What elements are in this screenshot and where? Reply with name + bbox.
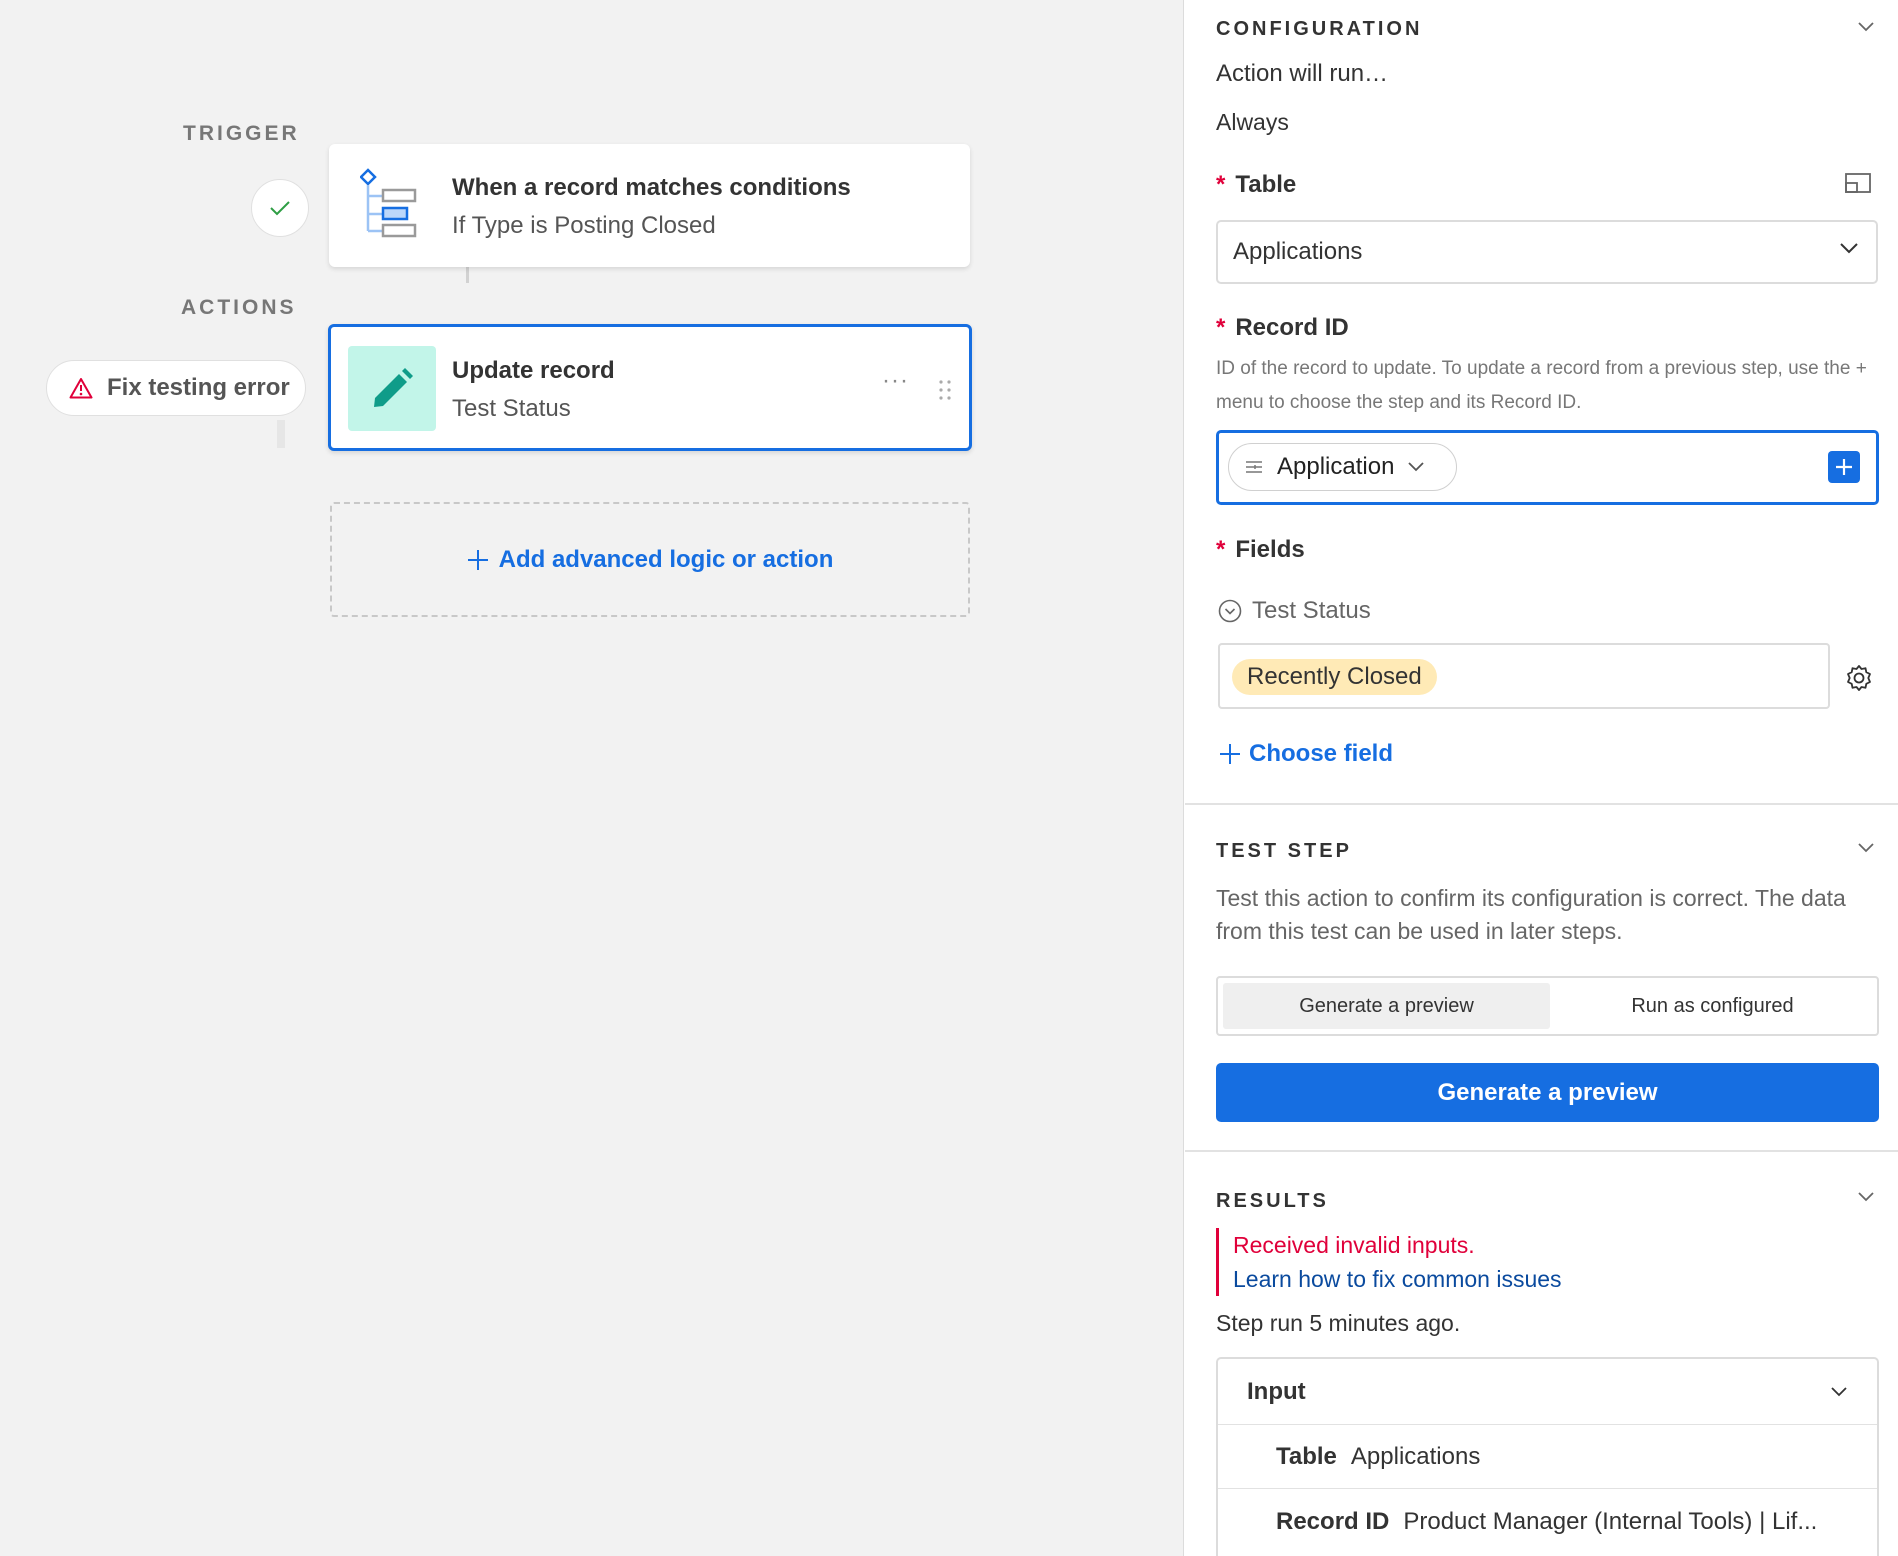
run-condition-label: Action will run… bbox=[1216, 60, 1389, 87]
fix-testing-error-button[interactable]: Fix testing error bbox=[46, 360, 306, 416]
input-row-value: Product Manager (Internal Tools) | Lif..… bbox=[1403, 1508, 1818, 1535]
chevron-down-icon[interactable] bbox=[1858, 1192, 1874, 1202]
input-row-key: Record ID bbox=[1276, 1508, 1390, 1535]
action-subtitle: Test Status bbox=[452, 395, 571, 422]
trigger-section-label: TRIGGER bbox=[183, 122, 300, 145]
add-logic-button[interactable]: Add advanced logic or action bbox=[330, 502, 970, 617]
section-divider bbox=[1185, 1150, 1898, 1152]
results-error-block: Received invalid inputs. Learn how to fi… bbox=[1216, 1228, 1562, 1296]
collapse-circle-icon bbox=[1218, 599, 1242, 623]
check-icon bbox=[270, 201, 290, 216]
fields-label: * Fields bbox=[1216, 536, 1305, 563]
record-token-label: Application bbox=[1277, 453, 1395, 480]
plus-icon bbox=[1220, 744, 1240, 764]
configuration-heading: CONFIGURATION bbox=[1216, 18, 1423, 40]
record-id-help: ID of the record to update. To update a … bbox=[1216, 358, 1867, 413]
fix-error-label: Fix testing error bbox=[107, 374, 290, 401]
input-results-table: Input Table Applications Record ID Produ… bbox=[1216, 1357, 1879, 1556]
run-condition-value: Always bbox=[1216, 109, 1289, 135]
test-step-heading: TEST STEP bbox=[1216, 840, 1352, 862]
generate-preview-button[interactable]: Generate a preview bbox=[1216, 1063, 1879, 1122]
choose-field-label: Choose field bbox=[1249, 740, 1394, 767]
choose-field-button[interactable]: Choose field bbox=[1219, 740, 1393, 768]
action-tile bbox=[348, 346, 436, 431]
chevron-down-icon[interactable] bbox=[1858, 22, 1874, 32]
record-id-input[interactable]: Application bbox=[1216, 430, 1879, 505]
filter-lines-icon bbox=[1246, 461, 1262, 473]
connector-line bbox=[277, 420, 285, 448]
step-run-timestamp: Step run 5 minutes ago. bbox=[1216, 1310, 1461, 1336]
more-options-icon[interactable]: ··· bbox=[882, 367, 909, 395]
mode-run-as-configured[interactable]: Run as configured bbox=[1549, 983, 1876, 1029]
add-logic-label: Add advanced logic or action bbox=[498, 545, 834, 573]
input-heading: Input bbox=[1247, 1377, 1306, 1405]
input-accordion-header[interactable]: Input bbox=[1218, 1359, 1877, 1425]
test-mode-toggle: Generate a preview Run as configured bbox=[1216, 976, 1879, 1036]
table-select[interactable]: Applications bbox=[1216, 220, 1878, 284]
expand-panel-icon[interactable] bbox=[1845, 173, 1871, 193]
warning-icon bbox=[69, 378, 93, 399]
connector-line bbox=[466, 267, 469, 283]
error-message: Received invalid inputs. bbox=[1233, 1232, 1475, 1258]
learn-fix-issues-link[interactable]: Learn how to fix common issues bbox=[1233, 1262, 1562, 1296]
select-option-pill: Recently Closed bbox=[1232, 659, 1437, 695]
field-name: Test Status bbox=[1252, 597, 1371, 624]
drag-handle-icon[interactable] bbox=[939, 380, 951, 400]
step-config-panel: CONFIGURATION Action will run… Always * T… bbox=[1185, 0, 1898, 1556]
table-select-value: Applications bbox=[1233, 238, 1363, 265]
input-row: Record ID Product Manager (Internal Tool… bbox=[1218, 1490, 1877, 1554]
trigger-subtitle: If Type is Posting Closed bbox=[452, 212, 716, 239]
field-item-test-status[interactable]: Test Status bbox=[1218, 597, 1371, 625]
action-title: Update record bbox=[452, 357, 615, 384]
add-token-button[interactable] bbox=[1828, 451, 1860, 483]
automation-canvas: TRIGGER ACTIONS When a record matches co… bbox=[0, 0, 1184, 1556]
conditions-tree-icon bbox=[360, 168, 417, 238]
record-token-pill[interactable]: Application bbox=[1228, 443, 1457, 491]
section-divider bbox=[1185, 803, 1898, 805]
test-step-description: Test this action to confirm its configur… bbox=[1216, 885, 1846, 944]
input-row-value: Applications bbox=[1350, 1442, 1481, 1470]
field-value-input[interactable]: Recently Closed bbox=[1218, 643, 1830, 709]
actions-section-label: ACTIONS bbox=[181, 296, 297, 319]
table-label: * Table bbox=[1216, 171, 1297, 198]
input-row: Table Applications bbox=[1218, 1425, 1877, 1489]
plus-icon bbox=[467, 549, 488, 570]
plus-icon bbox=[1836, 459, 1852, 475]
trigger-title: When a record matches conditions bbox=[452, 174, 851, 201]
input-row-key: Table bbox=[1276, 1442, 1337, 1470]
trigger-status-check bbox=[251, 179, 309, 237]
record-id-label: * Record ID bbox=[1216, 314, 1349, 341]
chevron-down-icon bbox=[1831, 1387, 1847, 1397]
mode-generate-preview[interactable]: Generate a preview bbox=[1223, 983, 1550, 1029]
gear-icon[interactable] bbox=[1845, 664, 1873, 692]
update-record-card[interactable]: Update record Test Status ··· bbox=[328, 324, 972, 451]
chevron-down-icon[interactable] bbox=[1858, 843, 1874, 853]
pencil-icon bbox=[374, 367, 413, 407]
chevron-down-icon bbox=[1840, 243, 1858, 254]
trigger-card[interactable]: When a record matches conditions If Type… bbox=[329, 144, 970, 267]
chevron-down-icon bbox=[1408, 462, 1425, 472]
results-heading: RESULTS bbox=[1216, 1190, 1329, 1212]
